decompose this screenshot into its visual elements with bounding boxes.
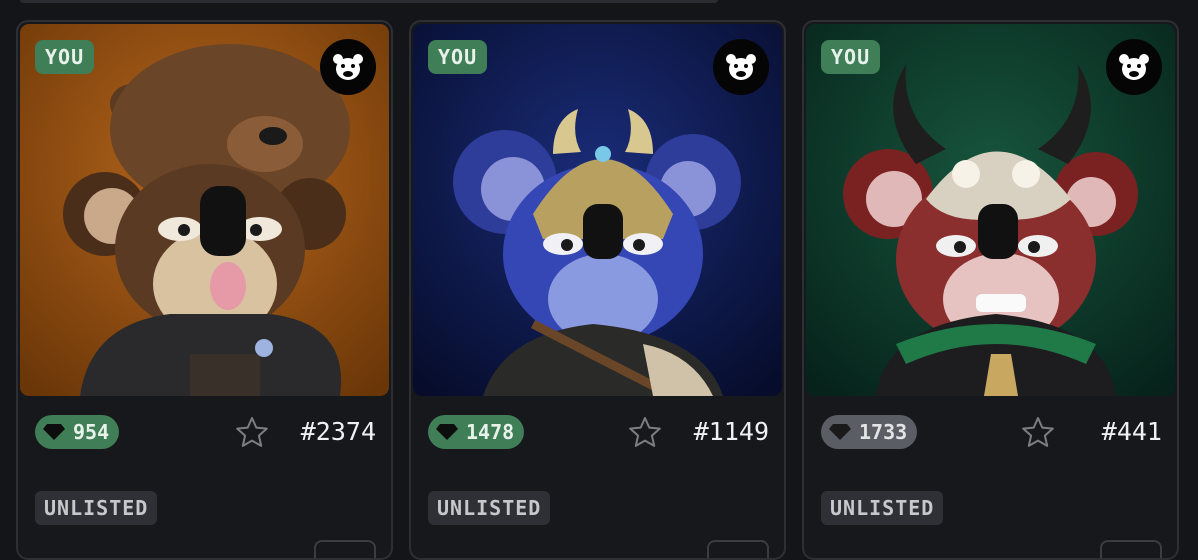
gem-icon — [436, 424, 458, 440]
favorite-star-icon[interactable] — [628, 416, 662, 448]
owner-badge: YOU — [428, 40, 488, 74]
bear-logo-icon — [320, 39, 376, 95]
owner-badge: YOU — [35, 40, 95, 74]
status-badge: UNLISTED — [428, 491, 551, 525]
status-badge: UNLISTED — [35, 491, 158, 525]
gem-icon — [829, 424, 851, 440]
nft-card[interactable]: YOU 1733 #441 UNLISTED — [802, 20, 1179, 560]
status-badge: UNLISTED — [821, 491, 944, 525]
token-id: #2374 — [300, 417, 376, 446]
bear-logo-icon — [1106, 39, 1162, 95]
price-pill: 954 — [35, 415, 120, 449]
price-value: 954 — [73, 420, 110, 444]
top-scroll-indicator — [20, 0, 718, 3]
nft-card[interactable]: YOU 1478 #1149 UNLISTED — [409, 20, 786, 560]
bear-logo-icon — [713, 39, 769, 95]
favorite-star-icon[interactable] — [235, 416, 269, 448]
gem-icon — [43, 424, 65, 440]
token-id: #1149 — [693, 417, 769, 446]
token-id: #441 — [1101, 417, 1162, 446]
card-info: 1733 #441 UNLISTED — [804, 398, 1177, 558]
price-value: 1733 — [859, 420, 908, 444]
owner-badge: YOU — [821, 40, 881, 74]
card-action-button[interactable] — [1100, 540, 1162, 558]
price-pill: 1733 — [821, 415, 918, 449]
card-action-button[interactable] — [707, 540, 769, 558]
favorite-star-icon[interactable] — [1021, 416, 1055, 448]
card-info: 954 #2374 UNLISTED — [18, 398, 391, 558]
card-info: 1478 #1149 UNLISTED — [411, 398, 784, 558]
nft-card-grid: YOU 954 #2374 UNLISTED YOU 1478 #1149 UN… — [16, 20, 1179, 560]
price-value: 1478 — [466, 420, 515, 444]
card-action-button[interactable] — [314, 540, 376, 558]
price-pill: 1478 — [428, 415, 525, 449]
nft-card[interactable]: YOU 954 #2374 UNLISTED — [16, 20, 393, 560]
